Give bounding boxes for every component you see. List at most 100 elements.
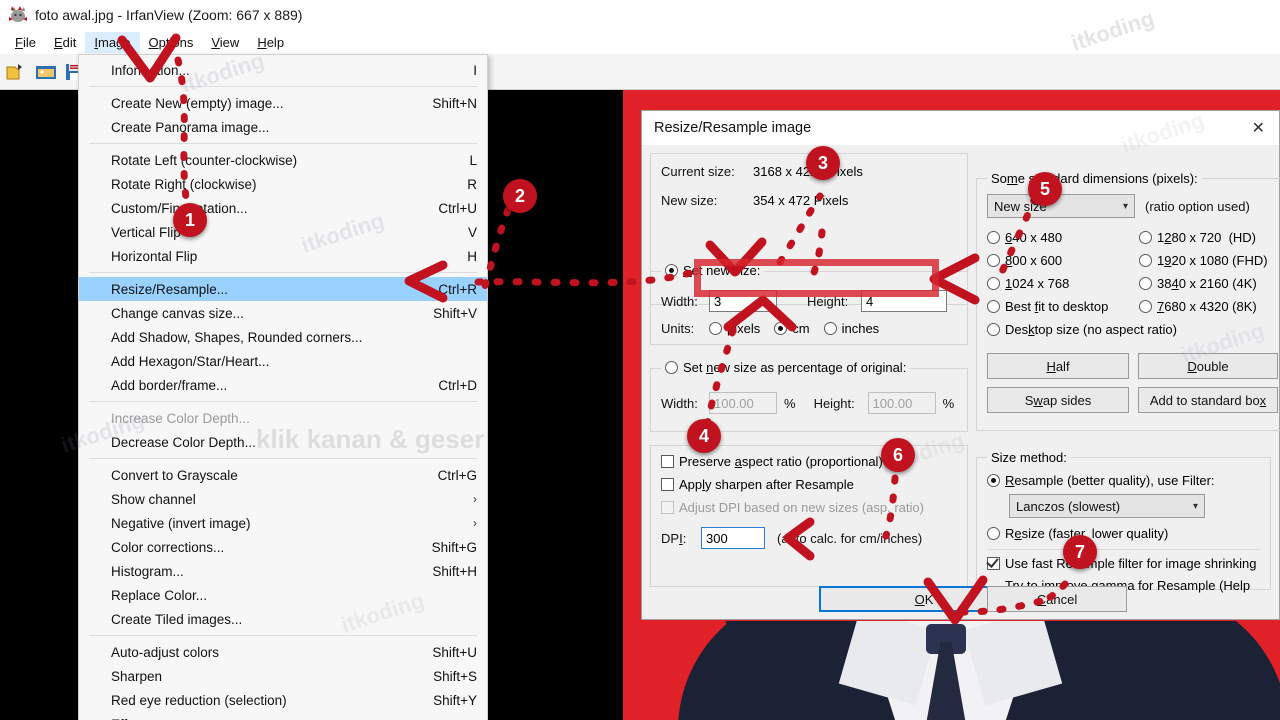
- menu-item-horizontal-flip-label: Horizontal Flip: [111, 248, 198, 264]
- set-new-size-label: Set new size:: [683, 263, 761, 278]
- menu-file[interactable]: File: [6, 32, 45, 53]
- std-3840x2160-row[interactable]: 3840 x 2160 (4K): [1139, 276, 1279, 291]
- chevron-down-icon: ▾: [1122, 200, 1128, 212]
- dpi-input[interactable]: 300: [701, 527, 765, 549]
- std-7680x4320-radio[interactable]: [1139, 300, 1152, 313]
- menu-item-add-hexagon[interactable]: Add Hexagon/Star/Heart...: [79, 349, 487, 373]
- menu-item-effects-label: Effects: [111, 717, 152, 720]
- menu-item-show-channel[interactable]: Show channel ›: [79, 487, 487, 511]
- swap-sides-button[interactable]: Sw ap sides: [987, 387, 1129, 413]
- menu-separator-5: [89, 458, 477, 459]
- menu-item-negative[interactable]: Negative (invert image) ›: [79, 511, 487, 535]
- menu-item-create-tiled-images[interactable]: Create Tiled images...: [79, 607, 487, 631]
- apply-sharpen-checkbox[interactable]: [661, 478, 674, 491]
- resample-radio[interactable]: [987, 474, 1000, 487]
- scale-buttons-row-2: Sw ap sides Add to standard bo x: [987, 387, 1279, 413]
- menu-item-convert-to-grayscale[interactable]: Convert to Grayscale Ctrl+G: [79, 463, 487, 487]
- percent-width-input[interactable]: 100.00: [709, 392, 777, 414]
- menu-options[interactable]: Options: [140, 32, 203, 53]
- fast-filter-checkbox[interactable]: [987, 557, 1000, 570]
- percentage-radio[interactable]: [665, 361, 678, 374]
- menu-item-color-corrections[interactable]: Color corrections... Shift+G: [79, 535, 487, 559]
- preserve-aspect-checkbox[interactable]: [661, 455, 674, 468]
- std-1024x768-radio[interactable]: [987, 277, 1000, 290]
- menu-item-resize-resample[interactable]: Resize/Resample... Ctrl+R: [79, 277, 487, 301]
- height-input[interactable]: 4: [861, 290, 947, 312]
- menu-item-create-panorama[interactable]: Create Panorama image...: [79, 115, 487, 139]
- resample-filter-combo[interactable]: Lanczos (slowest) ▾: [1009, 494, 1205, 518]
- preserve-aspect-row[interactable]: Preserve aspect ratio (proportional): [661, 454, 957, 469]
- menu-item-replace-color[interactable]: Replace Color...: [79, 583, 487, 607]
- units-inches-radio[interactable]: [823, 322, 837, 335]
- adjust-dpi-label: Adjust DPI based on new sizes (asp. rati…: [679, 500, 924, 515]
- menu-item-effects[interactable]: Effects ›: [79, 712, 487, 720]
- add-to-standard-box-button[interactable]: Add to standard bo x: [1138, 387, 1278, 413]
- size-method-group: Size method: Resample (better quality), …: [976, 450, 1271, 608]
- percent-height-input[interactable]: 100.00: [867, 392, 936, 414]
- menu-item-vertical-flip[interactable]: Vertical Flip V: [79, 220, 487, 244]
- dpi-label: DPI:: [661, 530, 687, 546]
- menu-edit[interactable]: Edit: [45, 32, 85, 53]
- open-folder-icon[interactable]: [4, 59, 30, 85]
- menu-item-create-new-image[interactable]: Create New (empty) image... Shift+N: [79, 91, 487, 115]
- std-1920x1080-row[interactable]: 1920 x 1080 (FHD): [1139, 253, 1279, 268]
- set-new-size-radio[interactable]: [665, 264, 678, 277]
- menu-item-decrease-color-depth[interactable]: Decrease Color Depth...: [79, 430, 487, 454]
- std-1280x720-row[interactable]: 1280 x 720 (HD): [1139, 230, 1279, 245]
- menu-item-rotate-left[interactable]: Rotate Left (counter-clockwise) L: [79, 148, 487, 172]
- menu-item-auto-adjust-colors[interactable]: Auto-adjust colors Shift+U: [79, 640, 487, 664]
- half-button[interactable]: Half: [987, 353, 1129, 379]
- units-cm-radio[interactable]: [774, 322, 788, 335]
- std-7680x4320-row[interactable]: 7680 x 4320 (8K): [1139, 299, 1279, 314]
- std-bestfit-radio[interactable]: [987, 300, 1000, 313]
- width-input[interactable]: 3: [709, 290, 777, 312]
- menu-help[interactable]: Help: [248, 32, 293, 53]
- menu-item-rotate-right-label: Rotate Right (clockwise): [111, 176, 257, 192]
- menu-item-rotate-right-accel: R: [467, 176, 477, 192]
- dialog-title: Resize/Resample image: [654, 120, 812, 136]
- std-bestfit-row[interactable]: Best fit to desktop: [987, 299, 1139, 314]
- menu-item-color-corrections-label: Color corrections...: [111, 539, 225, 555]
- menu-item-add-shadow-label: Add Shadow, Shapes, Rounded corners...: [111, 329, 363, 345]
- standard-size-combo[interactable]: New size ▾: [987, 194, 1135, 218]
- menu-item-red-eye-reduction-label: Red eye reduction (selection): [111, 692, 287, 708]
- resize-radio[interactable]: [987, 527, 1000, 540]
- image-dropdown-menu: Information... I Create New (empty) imag…: [78, 54, 488, 720]
- std-800x600-row[interactable]: 800 x 600: [987, 253, 1139, 268]
- double-button[interactable]: Double: [1138, 353, 1278, 379]
- menu-item-sharpen[interactable]: Sharpen Shift+S: [79, 664, 487, 688]
- fast-filter-row[interactable]: Use fast Resample filter for image shrin…: [987, 556, 1260, 571]
- std-3840x2160-radio[interactable]: [1139, 277, 1152, 290]
- std-640x480-row[interactable]: 640 x 480: [987, 230, 1139, 245]
- menu-item-histogram[interactable]: Histogram... Shift+H: [79, 559, 487, 583]
- std-800x600-radio[interactable]: [987, 254, 1000, 267]
- apply-sharpen-row[interactable]: Apply sharpen after Resample: [661, 477, 957, 492]
- resize-row[interactable]: Resize (faster, lower quality): [987, 526, 1260, 541]
- menu-item-change-canvas-size[interactable]: Change canvas size... Shift+V: [79, 301, 487, 325]
- menu-item-add-border[interactable]: Add border/frame... Ctrl+D: [79, 373, 487, 397]
- units-pixels-radio[interactable]: [709, 322, 722, 335]
- menu-item-information[interactable]: Information... I: [79, 58, 487, 82]
- menu-item-negative-label: Negative (invert image): [111, 515, 251, 531]
- new-size-value: 354 x 472 Pixels: [753, 193, 849, 208]
- menu-item-rotate-right[interactable]: Rotate Right (clockwise) R: [79, 172, 487, 196]
- menu-image[interactable]: Image: [85, 31, 140, 53]
- menu-item-custom-rotation[interactable]: Custom/Fine rotation... Ctrl+U: [79, 196, 487, 220]
- std-desktop-radio[interactable]: [987, 323, 1000, 336]
- std-1280x720-radio[interactable]: [1139, 231, 1152, 244]
- menu-view[interactable]: View: [202, 32, 248, 53]
- menu-item-red-eye-reduction[interactable]: Red eye reduction (selection) Shift+Y: [79, 688, 487, 712]
- cancel-button[interactable]: Cancel: [987, 586, 1127, 612]
- std-640x480-radio[interactable]: [987, 231, 1000, 244]
- menu-item-rotate-left-label: Rotate Left (counter-clockwise): [111, 152, 298, 168]
- resample-row[interactable]: Resample (better quality), use Filter:: [987, 473, 1260, 488]
- menu-item-add-shadow[interactable]: Add Shadow, Shapes, Rounded corners...: [79, 325, 487, 349]
- menu-item-histogram-label: Histogram...: [111, 563, 184, 579]
- adjust-dpi-row: Adjust DPI based on new sizes (asp. rati…: [661, 500, 957, 515]
- thumbnails-icon[interactable]: [33, 59, 59, 85]
- close-icon[interactable]: ✕: [1246, 118, 1271, 138]
- menu-item-horizontal-flip[interactable]: Horizontal Flip H: [79, 244, 487, 268]
- width-label: Width:: [661, 293, 698, 309]
- std-1920x1080-radio[interactable]: [1139, 254, 1152, 267]
- std-1024x768-row[interactable]: 1024 x 768: [987, 276, 1139, 291]
